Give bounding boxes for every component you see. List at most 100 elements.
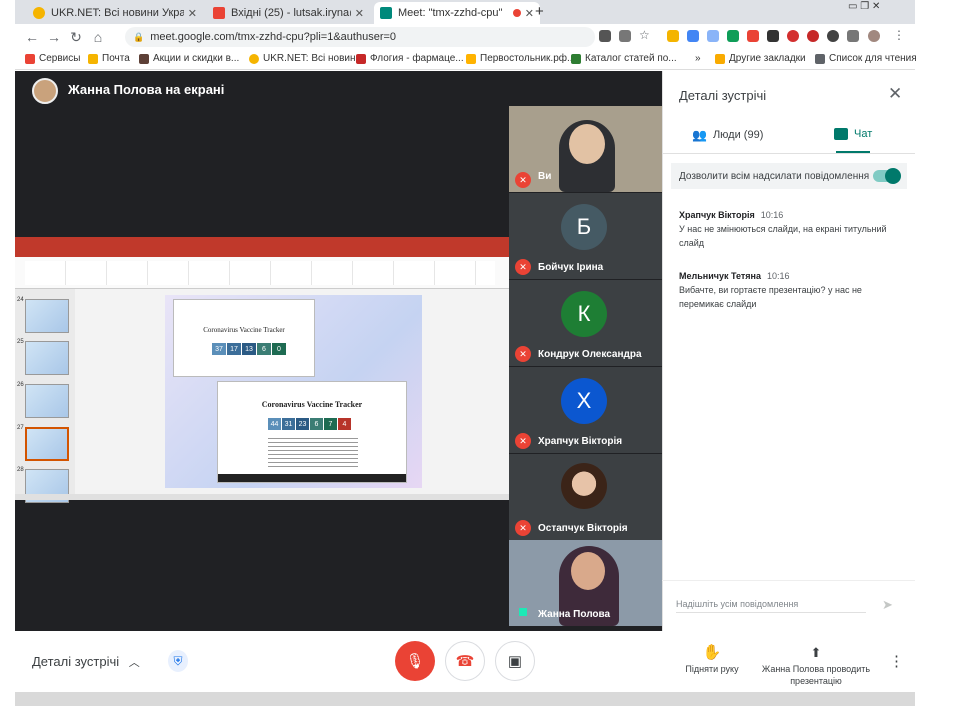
star-icon[interactable]: ☆	[639, 28, 651, 42]
profile-avatar[interactable]	[868, 30, 880, 42]
leave-call-button[interactable]: ☎	[445, 641, 485, 681]
tracker-counts: 44 31 23 6 7 4	[268, 418, 352, 430]
participant-tile[interactable]: К ✕ Кондрук Олександра	[509, 280, 662, 366]
phone-hangup-icon: ☎	[455, 653, 475, 670]
bookmark-favicon-icon	[571, 53, 581, 64]
chevron-up-icon: ︿	[128, 657, 140, 669]
participant-initial: К	[561, 291, 607, 337]
slide-thumbnail	[25, 299, 69, 333]
tracker-screenshot-small: Coronavirus Vaccine Tracker 37 17 13 6 0	[173, 299, 315, 377]
slide-thumbnail	[25, 384, 69, 418]
raise-hand-button[interactable]: ✋ Підняти руку	[680, 643, 744, 675]
tab-chat[interactable]: Чат	[834, 128, 872, 140]
more-options-icon[interactable]: ⋮	[889, 652, 904, 670]
bookmark-item[interactable]: Каталог статей по...	[571, 53, 677, 64]
back-icon[interactable]: ←	[21, 29, 43, 45]
ppt-title-bar	[15, 237, 509, 247]
recording-dot-icon	[512, 9, 521, 17]
tracker-body-text	[268, 438, 358, 468]
tracker-count: 17	[227, 343, 241, 355]
extension-icon[interactable]	[747, 30, 759, 42]
bookmark-item[interactable]: Сервисы	[25, 53, 80, 64]
translate-icon[interactable]	[619, 30, 631, 42]
message-text: У нас не змінюються слайди, на екрані ти…	[679, 224, 887, 248]
browser-tab[interactable]: UKR.NET: Всі новини України, ос ✕	[27, 2, 203, 24]
adblock-icon[interactable]	[787, 30, 799, 42]
participant-tile[interactable]: ✕ Остапчук Вікторія	[509, 454, 662, 540]
bookmark-item[interactable]: UKR.NET: Всі новин...	[249, 53, 364, 64]
tracker-count: 44	[268, 418, 281, 430]
mail-icon	[88, 53, 98, 64]
message-time: 10:16	[767, 271, 790, 281]
ppt-ribbon	[15, 247, 509, 289]
tracker-count: 23	[296, 418, 309, 430]
shield-icon[interactable]: ⛨	[168, 650, 188, 672]
tab-people[interactable]: 👥 Люди (99)	[692, 128, 763, 142]
participant-tile-speaking[interactable]: Жанна Полова	[509, 540, 662, 626]
browser-toolbar: ← → ↻ ⌂ 🔒 meet.google.com/tmx-zzhd-cpu?p…	[15, 24, 915, 50]
tabs-divider	[662, 153, 915, 154]
browser-tab-active[interactable]: Meet: "tmx-zzhd-cpu" ✕	[374, 2, 540, 24]
tracker-title: Coronavirus Vaccine Tracker	[203, 326, 285, 334]
reading-list[interactable]: Список для чтения	[815, 53, 917, 64]
extension-icon[interactable]	[707, 30, 719, 42]
participant-name: Ви	[538, 171, 552, 182]
participant-initial: Б	[561, 204, 607, 250]
puzzle-icon[interactable]	[847, 30, 859, 42]
menu-icon[interactable]: ⋮	[893, 28, 905, 42]
tracker-count: 0	[272, 343, 286, 355]
meeting-details-button[interactable]: Деталі зустрічі ︿	[32, 654, 140, 670]
bookmark-item[interactable]: Флогия - фармаце...	[356, 53, 464, 64]
mic-off-icon: ✕	[515, 172, 531, 188]
tracker-count: 6	[257, 343, 271, 355]
camera-toggle-button[interactable]: ▣	[495, 641, 535, 681]
address-bar[interactable]: 🔒 meet.google.com/tmx-zzhd-cpu?pli=1&aut…	[125, 27, 595, 47]
close-icon[interactable]: ✕	[525, 7, 534, 20]
chat-input[interactable]: Надішліть усім повідомлення	[676, 599, 866, 613]
thumb-number: 25	[17, 339, 24, 345]
extension-icon[interactable]	[767, 30, 779, 42]
window-controls[interactable]: ▭ ❐ ✕	[848, 1, 880, 12]
reload-icon[interactable]: ↻	[65, 29, 87, 46]
participant-avatar	[561, 463, 607, 509]
present-screen-icon: ⬆	[810, 645, 822, 660]
bookmark-item[interactable]: Первостольник.рф...	[466, 53, 575, 64]
camera-icon: ▣	[507, 653, 523, 670]
bookmark-favicon-icon	[249, 53, 259, 64]
bookmark-item[interactable]: Почта	[88, 53, 130, 64]
presenting-button[interactable]: ⬆ Жанна Полова проводить презентацію	[758, 643, 874, 687]
bookmark-item[interactable]: Акции и скидки в...	[139, 53, 239, 64]
thumb-number: 26	[17, 382, 24, 388]
close-panel-icon[interactable]: ✕	[888, 84, 902, 104]
participant-tile[interactable]: Б ✕ Бойчук Ірина	[509, 193, 662, 279]
browser-tab[interactable]: Вхідні (25) - lutsak.iryna@pharm ✕	[207, 2, 370, 24]
camera-icon[interactable]	[599, 30, 611, 42]
extension-icon[interactable]	[807, 30, 819, 42]
tracker-count: 13	[242, 343, 256, 355]
allow-messages-toggle[interactable]	[873, 168, 901, 184]
extension-icon[interactable]	[827, 30, 839, 42]
mic-off-icon: ✕	[515, 520, 531, 536]
close-icon[interactable]: ✕	[355, 7, 364, 20]
hand-icon: ✋	[702, 644, 722, 661]
extension-icon[interactable]	[667, 30, 679, 42]
extension-icon[interactable]	[687, 30, 699, 42]
speaking-indicator-icon	[519, 608, 527, 616]
slide-thumbnail-selected	[25, 427, 69, 461]
close-icon[interactable]: ✕	[188, 7, 197, 20]
tracker-count: 37	[212, 343, 226, 355]
home-icon[interactable]: ⌂	[87, 29, 109, 45]
extension-icon[interactable]	[727, 30, 739, 42]
new-tab-button[interactable]: +	[535, 3, 544, 20]
other-bookmarks[interactable]: Другие закладки	[715, 53, 806, 64]
meet-favicon-icon	[380, 7, 392, 19]
bookmarks-more-button[interactable]: »	[695, 53, 701, 64]
people-icon: 👥	[692, 128, 707, 142]
participant-tile[interactable]: ✕ Ви	[509, 106, 662, 192]
presenter-label: Жанна Полова на екрані	[68, 82, 225, 97]
send-icon[interactable]: ➤	[882, 597, 893, 613]
forward-icon[interactable]: →	[43, 29, 65, 45]
tracker-count: 7	[324, 418, 337, 430]
mic-toggle-button[interactable]: 🎙	[395, 641, 435, 681]
participant-tile[interactable]: Х ✕ Храпчук Вікторія	[509, 367, 662, 453]
